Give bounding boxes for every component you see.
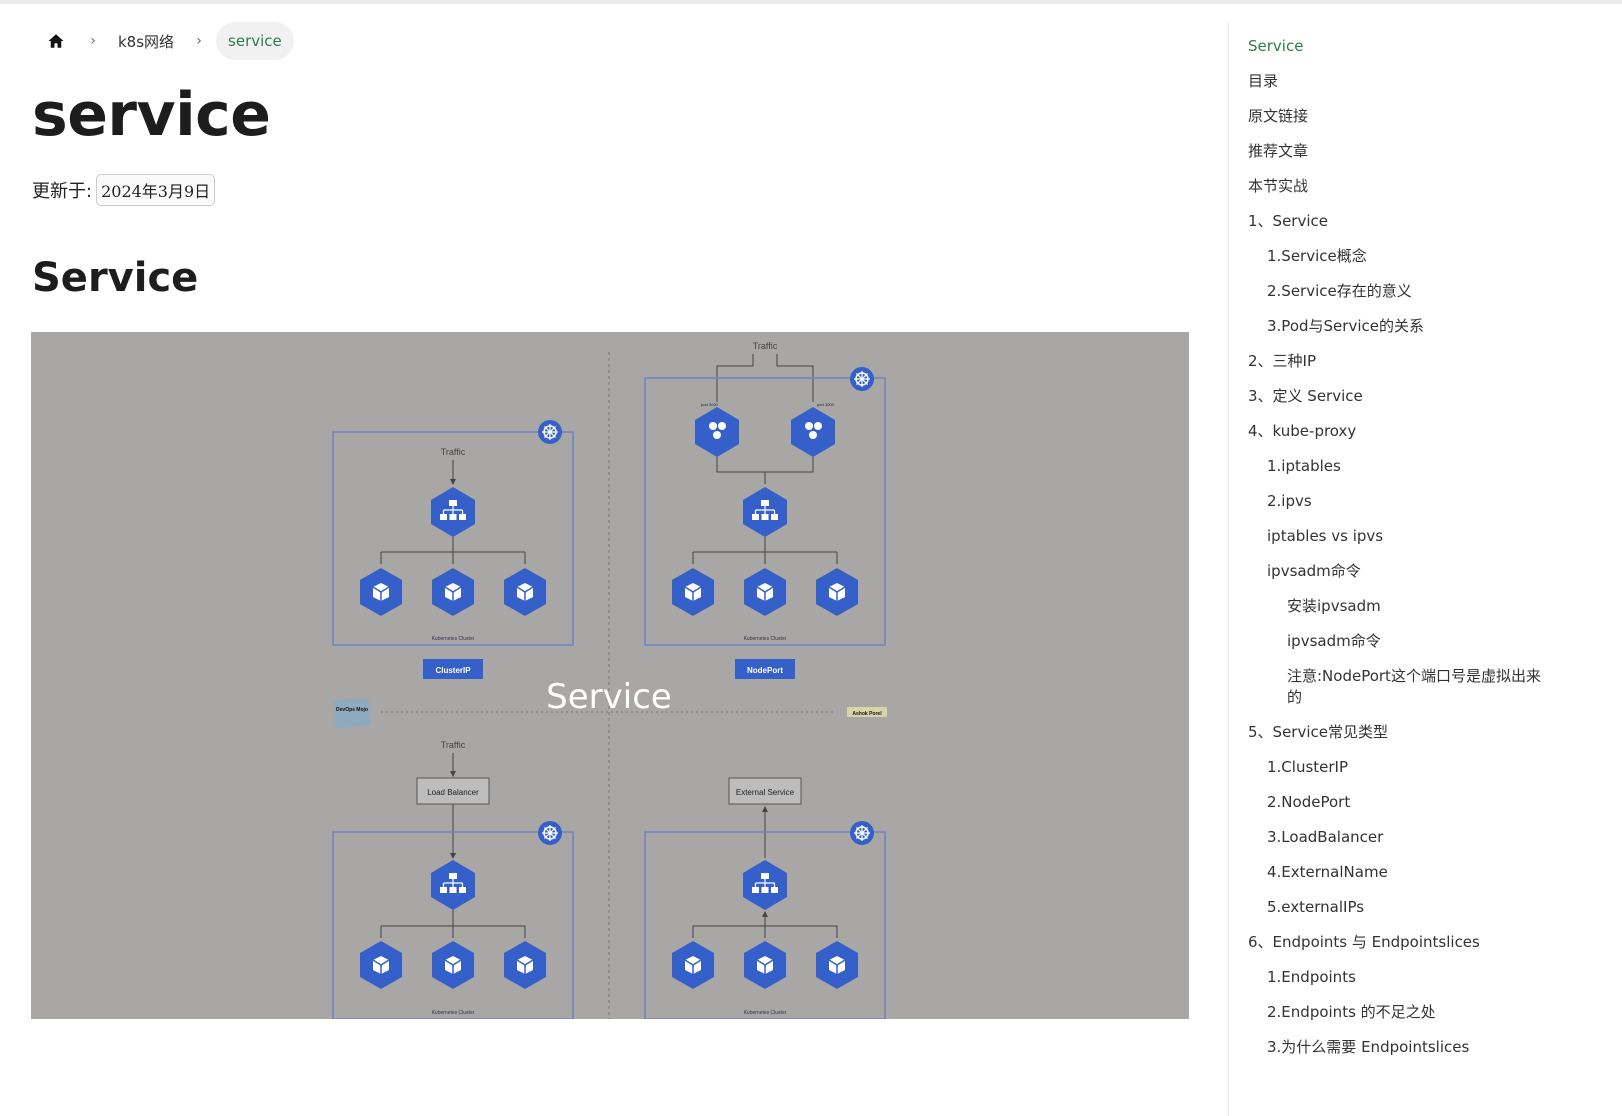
toc-item[interactable]: 6、Endpoints 与 Endpointslices	[1248, 932, 1548, 953]
toc-divider	[1228, 22, 1229, 1116]
breadcrumb-item-k8s-network[interactable]: k8s网络	[110, 31, 182, 52]
cluster-caption: Kubernetes Cluster	[744, 636, 787, 642]
toc-item[interactable]: 1.Service概念	[1248, 246, 1548, 267]
toc-item[interactable]: 3.LoadBalancer	[1248, 827, 1548, 848]
toc-item[interactable]: ipvsadm命令	[1248, 631, 1548, 652]
toc-item[interactable]: 推荐文章	[1248, 141, 1548, 162]
clusterip-label: ClusterIP	[435, 666, 471, 675]
updated-line: 更新于: 2024年3月9日	[32, 174, 1232, 206]
toc-item[interactable]: 4、kube-proxy	[1248, 421, 1548, 442]
toc-item[interactable]: 目录	[1248, 71, 1548, 92]
toc-item[interactable]: 2.Endpoints 的不足之处	[1248, 1002, 1548, 1023]
traffic-label-nodeport: Traffic	[753, 341, 778, 351]
cluster-caption: Kubernetes Cluster	[432, 636, 475, 642]
updated-date: 2024年3月9日	[96, 174, 216, 206]
breadcrumb-current[interactable]: service	[216, 22, 294, 60]
toc-item[interactable]: 5、Service常见类型	[1248, 722, 1548, 743]
toc-item[interactable]: iptables vs ipvs	[1248, 526, 1548, 547]
traffic-label-clusterip: Traffic	[441, 447, 466, 457]
breadcrumb-home[interactable]	[36, 22, 76, 60]
external-service-box: External Service	[736, 788, 795, 797]
toc-item[interactable]: 5.externalIPs	[1248, 897, 1548, 918]
updated-label: 更新于:	[32, 181, 93, 202]
toc-item[interactable]: 1.ClusterIP	[1248, 757, 1548, 778]
page-title: service	[32, 80, 271, 150]
port-label-2: port 3000	[817, 402, 835, 407]
section-heading-service: Service	[32, 255, 199, 301]
port-label-1: port 3000	[701, 402, 719, 407]
service-types-diagram: Traffic Kubernetes Cluster ClusterIP Tra…	[31, 332, 1189, 1019]
cluster-caption: Kubernetes Cluster	[744, 1010, 787, 1016]
toc-item[interactable]: 3.为什么需要 Endpointslices	[1248, 1037, 1548, 1058]
badge-right: Ashok Porel	[852, 711, 882, 717]
main-content: › k8s网络 › service service 更新于: 2024年3月9日…	[32, 22, 1232, 302]
toc-item[interactable]: 3.Pod与Service的关系	[1248, 316, 1548, 337]
toc-item[interactable]: 安装ipvsadm	[1248, 596, 1548, 617]
toc-item[interactable]: 原文链接	[1248, 106, 1548, 127]
diagram-svg: Traffic Kubernetes Cluster ClusterIP Tra…	[332, 341, 887, 1019]
loadbalancer-box: Load Balancer	[427, 788, 479, 797]
table-of-contents: Service 目录原文链接推荐文章本节实战 1、Service 1.Service概…	[1248, 36, 1548, 1072]
breadcrumb: › k8s网络 › service	[32, 22, 1232, 60]
diagram-center-label: Service	[546, 677, 672, 717]
toc-item[interactable]: 1.iptables	[1248, 456, 1548, 477]
home-icon	[48, 34, 64, 48]
toc-item[interactable]: 注意:NodePort这个端口号是虚拟出来的	[1248, 666, 1548, 708]
badge-left: DevOps Mojo	[336, 707, 368, 713]
traffic-label-lb: Traffic	[441, 740, 466, 750]
breadcrumb-separator: ›	[196, 33, 202, 49]
toc-item[interactable]: 2、三种IP	[1248, 351, 1548, 372]
toc-item[interactable]: 2.NodePort	[1248, 792, 1548, 813]
toc-item[interactable]: 2.ipvs	[1248, 491, 1548, 512]
cluster-caption: Kubernetes Cluster	[432, 1010, 475, 1016]
toc-item[interactable]: ipvsadm命令	[1248, 561, 1548, 582]
top-border	[0, 0, 1622, 4]
toc-item[interactable]: 2.Service存在的意义	[1248, 281, 1548, 302]
breadcrumb-separator: ›	[90, 33, 96, 49]
nodeport-label: NodePort	[747, 666, 783, 675]
toc-item[interactable]: 本节实战	[1248, 176, 1548, 197]
toc-item[interactable]: 4.ExternalName	[1248, 862, 1548, 883]
toc-item[interactable]: 1、Service	[1248, 211, 1548, 232]
toc-item[interactable]: Service	[1248, 36, 1548, 57]
toc-item[interactable]: 1.Endpoints	[1248, 967, 1548, 988]
toc-item[interactable]: 3、定义 Service	[1248, 386, 1548, 407]
